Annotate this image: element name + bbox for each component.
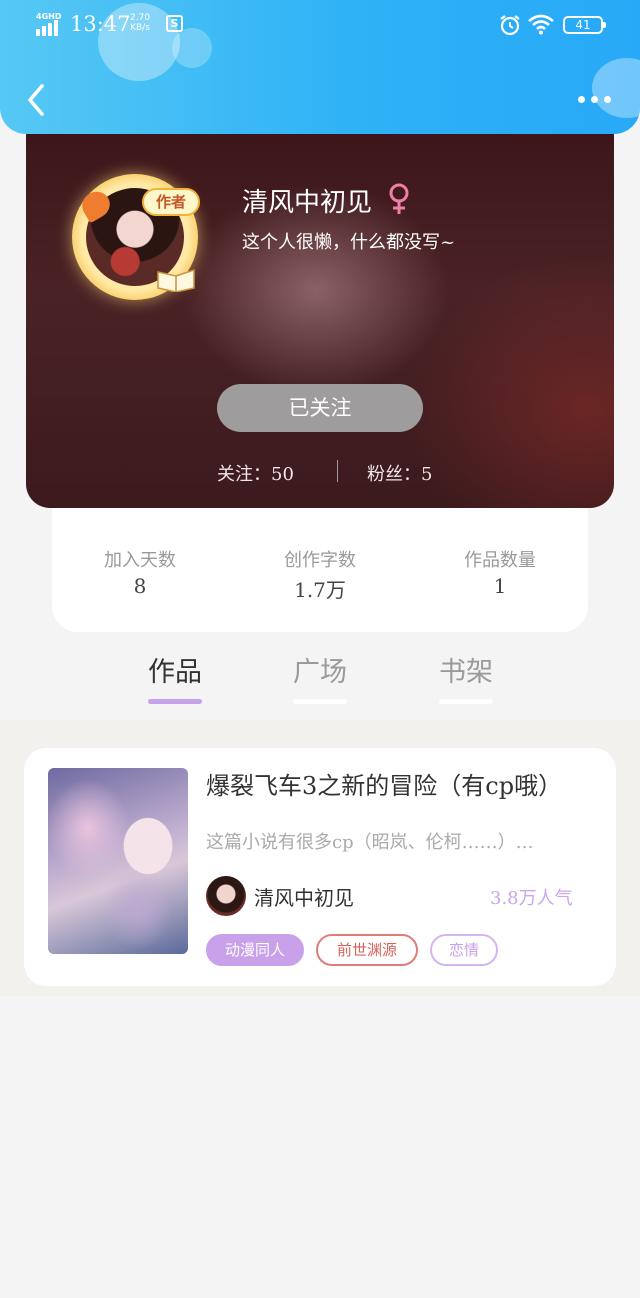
following-value: 50 [271, 464, 294, 485]
avatar[interactable]: 作者 [68, 170, 204, 306]
content-tabs: 作品 广场 书架 [0, 640, 640, 720]
work-card[interactable]: 爆裂飞车3之新的冒险（有cp哦） 这篇小说有很多cp（昭岚、伦柯……）… 清风中… [24, 748, 616, 986]
stat-join-days: 加入天数 8 [60, 546, 220, 598]
tab-label: 作品 [148, 657, 202, 688]
stat-value: 8 [133, 574, 147, 598]
network-speed: 2.70 KB/s [130, 13, 150, 33]
stat-label: 创作字数 [284, 550, 356, 571]
signal-icon: 4GHD [36, 12, 64, 36]
stat-value: 1 [493, 574, 507, 598]
battery-indicator: 41 [563, 16, 606, 34]
author-profile-page: 4GHD 13:47 2.70 KB/s S 41 作者 清风中初见 这个人很懒… [0, 0, 640, 1298]
tag-romance[interactable]: 恋情 [430, 934, 498, 966]
tab-indicator [293, 699, 347, 704]
speed-value: 2.70 [130, 13, 151, 23]
following-count[interactable]: 关注：50 [217, 460, 294, 486]
tab-label: 书架 [439, 657, 493, 688]
stat-label: 加入天数 [104, 550, 176, 571]
fans-count[interactable]: 粉丝：5 [367, 460, 432, 486]
fans-label: 粉丝： [367, 464, 421, 485]
author-badge: 作者 [142, 188, 200, 216]
tab-plaza[interactable]: 广场 [285, 650, 355, 704]
divider [337, 460, 338, 482]
tab-bookshelf[interactable]: 书架 [431, 650, 501, 704]
fans-value: 5 [421, 464, 433, 485]
profile-card: 作者 清风中初见 这个人很懒，什么都没写~ 已关注 关注：50 粉丝：5 [26, 110, 614, 508]
back-button[interactable] [22, 80, 50, 120]
speed-unit: KB/s [130, 23, 150, 33]
stat-works-count: 作品数量 1 [420, 546, 580, 598]
tab-label: 广场 [293, 657, 347, 688]
female-icon [389, 183, 409, 214]
alarm-icon [500, 15, 520, 36]
username: 清风中初见 [242, 188, 373, 218]
top-header: 4GHD 13:47 2.70 KB/s S 41 [0, 0, 640, 134]
tab-active-indicator [148, 699, 202, 704]
work-author[interactable]: 清风中初见 [254, 882, 354, 911]
dot [591, 96, 598, 103]
user-bio: 这个人很懒，什么都没写~ [242, 232, 456, 253]
tag-anime-fanfic[interactable]: 动漫同人 [206, 934, 304, 966]
stat-word-count: 创作字数 1.7万 [240, 546, 400, 603]
tag-past-life[interactable]: 前世渊源 [316, 934, 418, 966]
stats-card: 加入天数 8 创作字数 1.7万 作品数量 1 [52, 500, 588, 632]
status-bar: 4GHD 13:47 2.70 KB/s S 41 [0, 0, 640, 50]
follow-button[interactable]: 已关注 [217, 384, 423, 432]
dot [604, 96, 611, 103]
more-options-button[interactable] [574, 90, 614, 110]
following-label: 关注： [217, 464, 271, 485]
tab-indicator [439, 699, 493, 704]
work-title[interactable]: 爆裂飞车3之新的冒险（有cp哦） [206, 766, 562, 801]
clock: 13:47 [70, 12, 131, 36]
tab-works[interactable]: 作品 [140, 650, 210, 704]
book-icon [157, 268, 195, 292]
author-avatar[interactable] [206, 876, 246, 916]
work-description: 这篇小说有很多cp（昭岚、伦柯……）… [206, 832, 534, 853]
wifi-icon [528, 14, 554, 35]
app-notification-icon: S [166, 15, 183, 32]
stat-value: 1.7万 [294, 578, 346, 602]
dot [578, 96, 585, 103]
book-cover-image[interactable] [48, 768, 188, 954]
popularity-count: 3.8万人气 [490, 888, 573, 909]
stat-label: 作品数量 [464, 550, 536, 571]
